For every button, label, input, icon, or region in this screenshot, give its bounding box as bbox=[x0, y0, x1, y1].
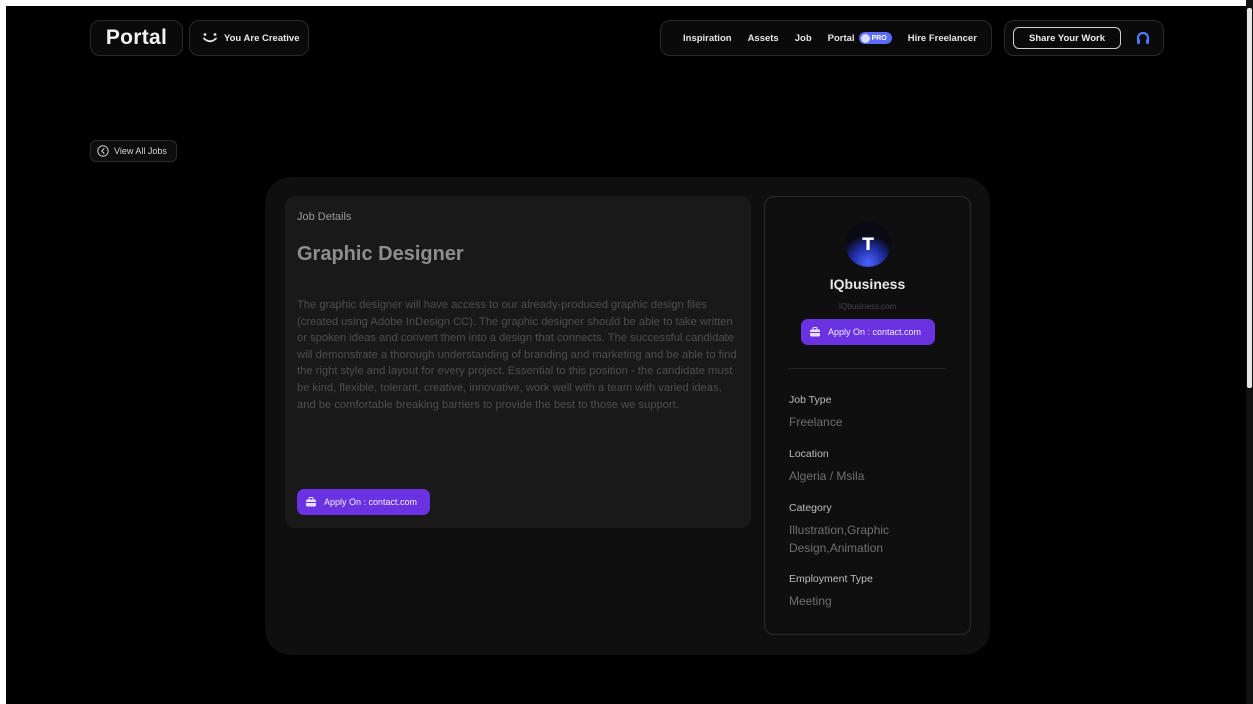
nav-label: Hire Freelancer bbox=[907, 32, 977, 44]
job-details-heading: Job Details bbox=[297, 211, 352, 223]
company-sidebar: T IQbusiness IQbusiness.com Apply On : c… bbox=[764, 196, 971, 635]
you-are-creative-button[interactable]: You Are Creative bbox=[189, 20, 309, 56]
employment-type-label: Employment Type bbox=[789, 573, 873, 585]
pro-badge-text: PRO bbox=[871, 34, 887, 42]
company-website[interactable]: IQbusiness.com bbox=[765, 302, 970, 311]
svg-text:T: T bbox=[862, 235, 874, 255]
apply-label: Apply On : contact.com bbox=[828, 327, 922, 337]
view-all-jobs-button[interactable]: View All Jobs bbox=[90, 140, 177, 162]
portal-logo[interactable]: Portal bbox=[90, 20, 183, 56]
nav-assets[interactable]: Assets bbox=[748, 33, 779, 44]
window-frame-top bbox=[0, 0, 1253, 6]
nav-label: Inspiration bbox=[683, 32, 732, 44]
job-details-panel: Job Details Graphic Designer The graphic… bbox=[285, 196, 751, 528]
pro-badge: PRO bbox=[858, 32, 892, 44]
pro-star-icon bbox=[860, 33, 870, 43]
category-value: Illustration,Graphic Design,Animation bbox=[789, 523, 890, 555]
chevron-left-circle-icon bbox=[97, 145, 109, 157]
back-label: View All Jobs bbox=[114, 146, 167, 156]
category-label: Category bbox=[789, 502, 832, 514]
apply-button[interactable]: Apply On : contact.com bbox=[297, 489, 430, 515]
nav-hire-freelancer[interactable]: Hire Freelancer bbox=[908, 33, 977, 44]
job-title: Graphic Designer bbox=[297, 243, 464, 265]
job-type-value: Freelance bbox=[789, 415, 843, 429]
nav-portal-pro[interactable]: Portal PRO bbox=[828, 32, 892, 44]
nav-inspiration[interactable]: Inspiration bbox=[683, 33, 732, 44]
company-logo: T bbox=[845, 221, 891, 267]
creative-label: You Are Creative bbox=[224, 32, 300, 44]
sidebar-divider bbox=[788, 368, 945, 369]
company-name: IQbusiness bbox=[829, 276, 906, 292]
company-logo-graphic: T bbox=[845, 221, 891, 267]
nav-label: Portal bbox=[827, 32, 855, 44]
location-label: Location bbox=[789, 448, 829, 460]
sidebar-apply-button[interactable]: Apply On : contact.com bbox=[801, 319, 935, 345]
briefcase-icon bbox=[810, 327, 820, 337]
share-your-work-button[interactable]: Share Your Work bbox=[1013, 27, 1121, 49]
nav-label: Assets bbox=[747, 32, 779, 44]
header-actions: Share Your Work bbox=[1004, 20, 1164, 56]
location-value: Algeria / Msila bbox=[789, 469, 865, 483]
job-description: The graphic designer will have access to… bbox=[297, 299, 737, 411]
briefcase-icon bbox=[306, 497, 316, 507]
smile-icon bbox=[203, 33, 217, 43]
window-frame-left bbox=[0, 0, 6, 704]
headset-icon[interactable] bbox=[1135, 30, 1151, 46]
main-nav: Inspiration Assets Job Portal PRO Hire F… bbox=[660, 20, 992, 56]
scrollbar-thumb[interactable] bbox=[1247, 8, 1252, 388]
employment-type-value: Meeting bbox=[789, 594, 832, 608]
nav-label: Job bbox=[794, 32, 812, 44]
job-type-label: Job Type bbox=[789, 394, 832, 406]
nav-job[interactable]: Job bbox=[795, 33, 812, 44]
apply-label: Apply On : contact.com bbox=[324, 497, 418, 507]
logo-text: Portal bbox=[105, 26, 168, 49]
